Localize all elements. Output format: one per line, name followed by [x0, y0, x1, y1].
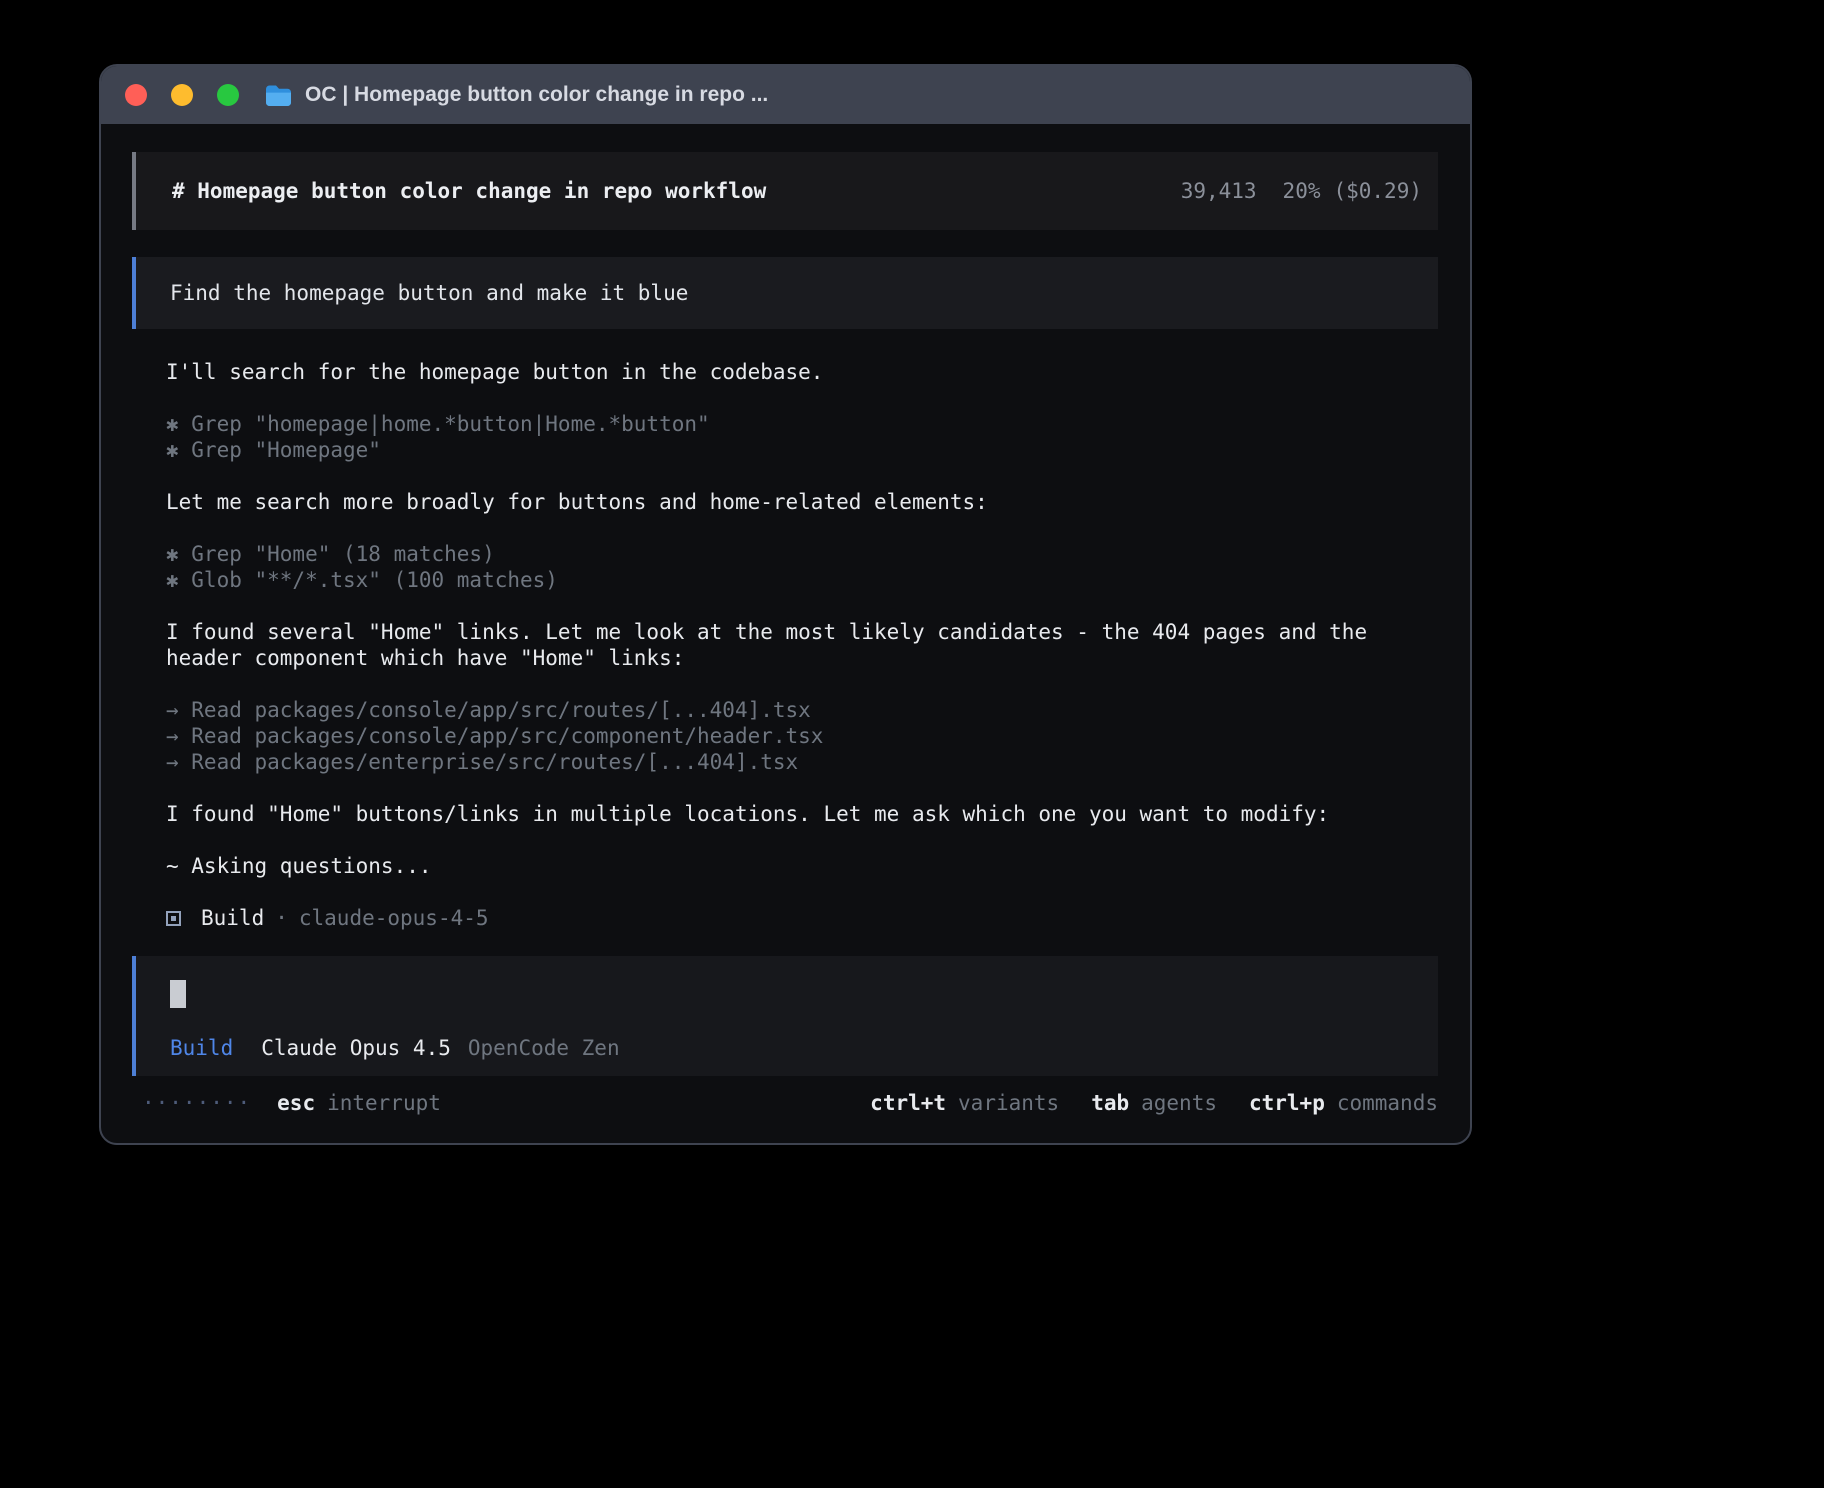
model-provider: OpenCode Zen [468, 1036, 620, 1060]
assistant-text: I found several "Home" links. Let me loo… [166, 619, 1438, 671]
session-title: # Homepage button color change in repo w… [172, 179, 766, 203]
tool-call-glob: ✱ Glob "**/*.tsx" (100 matches) [166, 567, 1438, 593]
close-window-button[interactable] [125, 84, 147, 106]
session-header: # Homepage button color change in repo w… [132, 152, 1438, 230]
input-meta: Build Claude Opus 4.5 OpenCode Zen [170, 1036, 620, 1060]
tool-call-group: → Read packages/console/app/src/routes/[… [166, 697, 1438, 775]
tool-call-grep: ✱ Grep "Homepage" [166, 437, 1438, 463]
terminal-content: # Homepage button color change in repo w… [101, 124, 1470, 1116]
shortcut-key: tab [1091, 1090, 1129, 1116]
status-bar-left: ········ esc interrupt [142, 1090, 441, 1116]
assistant-text: I found "Home" buttons/links in multiple… [166, 801, 1438, 827]
shortcut-label: agents [1141, 1090, 1217, 1116]
tool-call-read: → Read packages/enterprise/src/routes/[.… [166, 749, 1438, 775]
shortcut-commands: ctrl+p commands [1249, 1090, 1438, 1116]
agent-model: claude-opus-4-5 [299, 905, 489, 931]
status-bar-shortcuts: ctrl+t variants tab agents ctrl+p comman… [870, 1090, 1438, 1116]
minimize-window-button[interactable] [171, 84, 193, 106]
assistant-text: I'll search for the homepage button in t… [166, 359, 1438, 385]
dot-separator: · [275, 905, 288, 931]
tool-call-grep: ✱ Grep "homepage|home.*button|Home.*butt… [166, 411, 1438, 437]
shortcut-key: ctrl+t [870, 1090, 946, 1116]
folder-icon [265, 84, 292, 107]
esc-key-label: interrupt [327, 1090, 441, 1116]
agent-icon [166, 911, 181, 926]
token-count: 39,413 [1181, 179, 1257, 203]
spinner-dots: ········ [142, 1090, 251, 1116]
terminal-window: OC | Homepage button color change in rep… [99, 64, 1472, 1145]
tool-call-grep: ✱ Grep "Home" (18 matches) [166, 541, 1438, 567]
window-title: OC | Homepage button color change in rep… [305, 83, 768, 107]
context-percentage: 20% [1283, 179, 1321, 203]
shortcut-label: commands [1337, 1090, 1438, 1116]
agent-status-row: Build · claude-opus-4-5 [166, 905, 1438, 931]
session-cost: ($0.29) [1333, 179, 1422, 203]
shortcut-label: variants [958, 1090, 1059, 1116]
window-titlebar: OC | Homepage button color change in rep… [101, 66, 1470, 124]
user-message: Find the homepage button and make it blu… [132, 257, 1438, 329]
session-stats: 39,413 20% ($0.29) [1181, 179, 1422, 203]
tool-call-group: ✱ Grep "homepage|home.*button|Home.*butt… [166, 411, 1438, 463]
prompt-input[interactable]: Build Claude Opus 4.5 OpenCode Zen [132, 956, 1438, 1076]
assistant-status-text: ~ Asking questions... [166, 853, 1438, 879]
text-cursor [170, 980, 186, 1008]
tool-call-read: → Read packages/console/app/src/componen… [166, 723, 1438, 749]
status-bar: ········ esc interrupt ctrl+t variants t… [132, 1090, 1438, 1116]
assistant-text: Let me search more broadly for buttons a… [166, 489, 1438, 515]
active-agent[interactable]: Build [170, 1036, 233, 1060]
tool-call-group: ✱ Grep "Home" (18 matches) ✱ Glob "**/*.… [166, 541, 1438, 593]
shortcut-key: ctrl+p [1249, 1090, 1325, 1116]
shortcut-variants: ctrl+t variants [870, 1090, 1059, 1116]
esc-key-hint: esc [277, 1090, 315, 1116]
active-model[interactable]: Claude Opus 4.5 [261, 1036, 451, 1060]
assistant-conversation: I'll search for the homepage button in t… [132, 329, 1438, 931]
zoom-window-button[interactable] [217, 84, 239, 106]
shortcut-agents: tab agents [1091, 1090, 1217, 1116]
traffic-lights [125, 84, 239, 106]
agent-name: Build [201, 905, 264, 931]
tool-call-read: → Read packages/console/app/src/routes/[… [166, 697, 1438, 723]
user-message-text: Find the homepage button and make it blu… [170, 281, 688, 305]
